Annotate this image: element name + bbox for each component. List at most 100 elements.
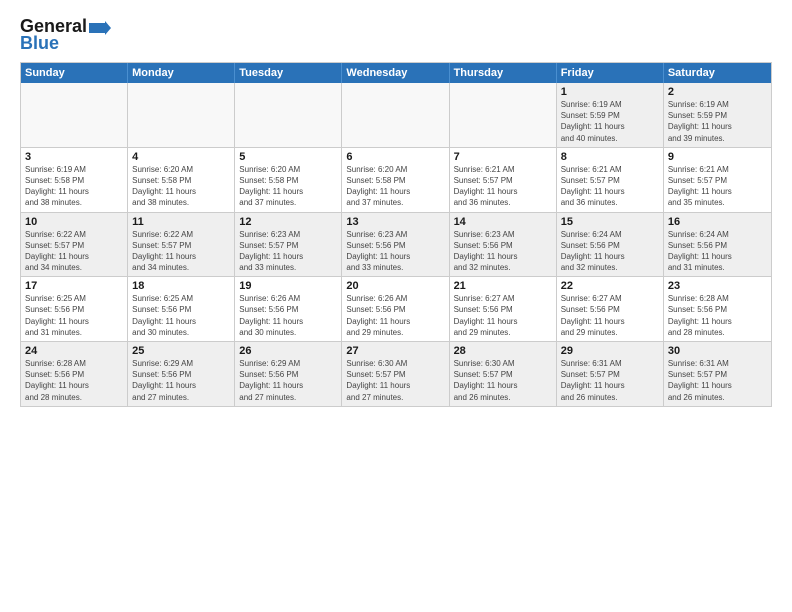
day-number: 11 (132, 216, 230, 228)
day-info: Sunrise: 6:19 AM Sunset: 5:59 PM Dayligh… (561, 99, 659, 144)
day-number: 17 (25, 280, 123, 292)
calendar-cell: 15Sunrise: 6:24 AM Sunset: 5:56 PM Dayli… (557, 213, 664, 277)
calendar-cell (21, 83, 128, 147)
day-info: Sunrise: 6:21 AM Sunset: 5:57 PM Dayligh… (454, 164, 552, 209)
calendar-cell: 22Sunrise: 6:27 AM Sunset: 5:56 PM Dayli… (557, 277, 664, 341)
day-number: 16 (668, 216, 767, 228)
calendar-cell: 21Sunrise: 6:27 AM Sunset: 5:56 PM Dayli… (450, 277, 557, 341)
calendar-cell: 19Sunrise: 6:26 AM Sunset: 5:56 PM Dayli… (235, 277, 342, 341)
calendar-cell: 3Sunrise: 6:19 AM Sunset: 5:58 PM Daylig… (21, 148, 128, 212)
header: General Blue (20, 16, 772, 54)
day-number: 1 (561, 86, 659, 98)
day-info: Sunrise: 6:20 AM Sunset: 5:58 PM Dayligh… (346, 164, 444, 209)
day-info: Sunrise: 6:19 AM Sunset: 5:59 PM Dayligh… (668, 99, 767, 144)
day-info: Sunrise: 6:25 AM Sunset: 5:56 PM Dayligh… (132, 293, 230, 338)
day-info: Sunrise: 6:27 AM Sunset: 5:56 PM Dayligh… (561, 293, 659, 338)
day-number: 14 (454, 216, 552, 228)
calendar-cell: 12Sunrise: 6:23 AM Sunset: 5:57 PM Dayli… (235, 213, 342, 277)
calendar-cell: 8Sunrise: 6:21 AM Sunset: 5:57 PM Daylig… (557, 148, 664, 212)
day-info: Sunrise: 6:23 AM Sunset: 5:56 PM Dayligh… (346, 229, 444, 274)
calendar-cell: 2Sunrise: 6:19 AM Sunset: 5:59 PM Daylig… (664, 83, 771, 147)
logo-arrow-icon (89, 21, 111, 35)
day-info: Sunrise: 6:19 AM Sunset: 5:58 PM Dayligh… (25, 164, 123, 209)
cal-header-cell: Wednesday (342, 63, 449, 83)
calendar-cell: 23Sunrise: 6:28 AM Sunset: 5:56 PM Dayli… (664, 277, 771, 341)
day-number: 29 (561, 345, 659, 357)
calendar-cell (235, 83, 342, 147)
logo-blue: Blue (20, 33, 59, 54)
day-info: Sunrise: 6:22 AM Sunset: 5:57 PM Dayligh… (132, 229, 230, 274)
day-number: 3 (25, 151, 123, 163)
day-number: 28 (454, 345, 552, 357)
day-number: 18 (132, 280, 230, 292)
cal-header-cell: Monday (128, 63, 235, 83)
day-number: 25 (132, 345, 230, 357)
day-number: 9 (668, 151, 767, 163)
day-number: 10 (25, 216, 123, 228)
day-number: 7 (454, 151, 552, 163)
calendar-week: 1Sunrise: 6:19 AM Sunset: 5:59 PM Daylig… (21, 83, 771, 148)
calendar-cell: 4Sunrise: 6:20 AM Sunset: 5:58 PM Daylig… (128, 148, 235, 212)
day-number: 20 (346, 280, 444, 292)
day-info: Sunrise: 6:20 AM Sunset: 5:58 PM Dayligh… (132, 164, 230, 209)
day-info: Sunrise: 6:31 AM Sunset: 5:57 PM Dayligh… (561, 358, 659, 403)
calendar-cell (450, 83, 557, 147)
day-info: Sunrise: 6:26 AM Sunset: 5:56 PM Dayligh… (346, 293, 444, 338)
day-info: Sunrise: 6:27 AM Sunset: 5:56 PM Dayligh… (454, 293, 552, 338)
day-number: 30 (668, 345, 767, 357)
calendar-cell: 20Sunrise: 6:26 AM Sunset: 5:56 PM Dayli… (342, 277, 449, 341)
day-number: 23 (668, 280, 767, 292)
calendar-cell: 13Sunrise: 6:23 AM Sunset: 5:56 PM Dayli… (342, 213, 449, 277)
day-info: Sunrise: 6:23 AM Sunset: 5:56 PM Dayligh… (454, 229, 552, 274)
day-info: Sunrise: 6:20 AM Sunset: 5:58 PM Dayligh… (239, 164, 337, 209)
day-info: Sunrise: 6:23 AM Sunset: 5:57 PM Dayligh… (239, 229, 337, 274)
day-number: 4 (132, 151, 230, 163)
day-number: 5 (239, 151, 337, 163)
calendar-cell: 27Sunrise: 6:30 AM Sunset: 5:57 PM Dayli… (342, 342, 449, 406)
day-info: Sunrise: 6:30 AM Sunset: 5:57 PM Dayligh… (454, 358, 552, 403)
calendar-body: 1Sunrise: 6:19 AM Sunset: 5:59 PM Daylig… (21, 83, 771, 406)
day-number: 12 (239, 216, 337, 228)
calendar-cell: 26Sunrise: 6:29 AM Sunset: 5:56 PM Dayli… (235, 342, 342, 406)
day-number: 27 (346, 345, 444, 357)
calendar-cell: 18Sunrise: 6:25 AM Sunset: 5:56 PM Dayli… (128, 277, 235, 341)
day-number: 21 (454, 280, 552, 292)
calendar-cell (128, 83, 235, 147)
day-number: 22 (561, 280, 659, 292)
day-info: Sunrise: 6:29 AM Sunset: 5:56 PM Dayligh… (132, 358, 230, 403)
calendar-cell: 7Sunrise: 6:21 AM Sunset: 5:57 PM Daylig… (450, 148, 557, 212)
calendar-cell (342, 83, 449, 147)
calendar-cell: 9Sunrise: 6:21 AM Sunset: 5:57 PM Daylig… (664, 148, 771, 212)
day-info: Sunrise: 6:31 AM Sunset: 5:57 PM Dayligh… (668, 358, 767, 403)
cal-header-cell: Friday (557, 63, 664, 83)
day-number: 8 (561, 151, 659, 163)
calendar-cell: 16Sunrise: 6:24 AM Sunset: 5:56 PM Dayli… (664, 213, 771, 277)
calendar-cell: 14Sunrise: 6:23 AM Sunset: 5:56 PM Dayli… (450, 213, 557, 277)
calendar-cell: 1Sunrise: 6:19 AM Sunset: 5:59 PM Daylig… (557, 83, 664, 147)
calendar-cell: 28Sunrise: 6:30 AM Sunset: 5:57 PM Dayli… (450, 342, 557, 406)
cal-header-cell: Thursday (450, 63, 557, 83)
calendar-cell: 11Sunrise: 6:22 AM Sunset: 5:57 PM Dayli… (128, 213, 235, 277)
day-info: Sunrise: 6:26 AM Sunset: 5:56 PM Dayligh… (239, 293, 337, 338)
day-info: Sunrise: 6:21 AM Sunset: 5:57 PM Dayligh… (668, 164, 767, 209)
calendar-cell: 10Sunrise: 6:22 AM Sunset: 5:57 PM Dayli… (21, 213, 128, 277)
day-number: 15 (561, 216, 659, 228)
day-info: Sunrise: 6:21 AM Sunset: 5:57 PM Dayligh… (561, 164, 659, 209)
calendar-cell: 29Sunrise: 6:31 AM Sunset: 5:57 PM Dayli… (557, 342, 664, 406)
day-info: Sunrise: 6:30 AM Sunset: 5:57 PM Dayligh… (346, 358, 444, 403)
calendar-cell: 5Sunrise: 6:20 AM Sunset: 5:58 PM Daylig… (235, 148, 342, 212)
calendar-cell: 24Sunrise: 6:28 AM Sunset: 5:56 PM Dayli… (21, 342, 128, 406)
day-number: 13 (346, 216, 444, 228)
calendar-week: 10Sunrise: 6:22 AM Sunset: 5:57 PM Dayli… (21, 213, 771, 278)
day-info: Sunrise: 6:22 AM Sunset: 5:57 PM Dayligh… (25, 229, 123, 274)
day-number: 6 (346, 151, 444, 163)
calendar-header: SundayMondayTuesdayWednesdayThursdayFrid… (21, 63, 771, 83)
cal-header-cell: Tuesday (235, 63, 342, 83)
calendar-week: 3Sunrise: 6:19 AM Sunset: 5:58 PM Daylig… (21, 148, 771, 213)
day-number: 24 (25, 345, 123, 357)
calendar-cell: 17Sunrise: 6:25 AM Sunset: 5:56 PM Dayli… (21, 277, 128, 341)
calendar-week: 24Sunrise: 6:28 AM Sunset: 5:56 PM Dayli… (21, 342, 771, 406)
day-info: Sunrise: 6:28 AM Sunset: 5:56 PM Dayligh… (668, 293, 767, 338)
page: General Blue SundayMondayTuesdayWednesda… (0, 0, 792, 612)
day-info: Sunrise: 6:29 AM Sunset: 5:56 PM Dayligh… (239, 358, 337, 403)
